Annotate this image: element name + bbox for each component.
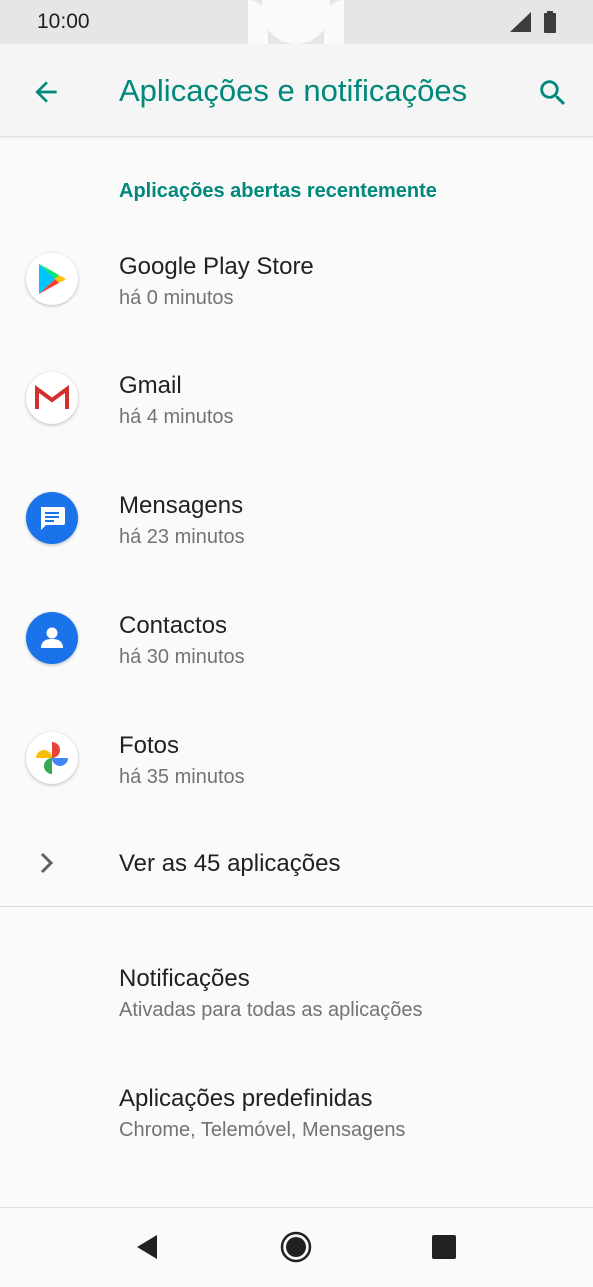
gmail-icon <box>26 372 78 424</box>
app-bar: Aplicações e notificações <box>0 44 593 137</box>
status-time: 10:00 <box>37 10 90 33</box>
app-last-used: há 4 minutos <box>119 406 234 428</box>
app-name: Gmail <box>119 372 182 399</box>
contacts-icon <box>26 612 78 664</box>
setting-subtitle: Ativadas para todas as aplicações <box>119 999 423 1021</box>
triangle-back-icon <box>137 1235 157 1259</box>
messages-icon <box>26 492 78 544</box>
setting-subtitle: Chrome, Telemóvel, Mensagens <box>119 1119 406 1141</box>
play-store-icon <box>26 253 78 305</box>
app-last-used: há 30 minutos <box>119 646 245 668</box>
app-name: Fotos <box>119 732 180 759</box>
nav-back-button[interactable] <box>130 1230 164 1264</box>
status-bar: 10:00 <box>0 0 593 44</box>
chevron-right-icon <box>40 852 54 874</box>
nav-recents-button[interactable] <box>427 1230 461 1264</box>
display-notch <box>262 0 330 44</box>
recent-app-play-store[interactable]: Google Play Store há 0 minutos <box>0 253 593 363</box>
setting-default-apps[interactable]: Aplicações predefinidas Chrome, Telemóve… <box>0 1085 593 1185</box>
search-button[interactable] <box>532 72 574 114</box>
setting-title: Aplicações predefinidas <box>119 1085 373 1112</box>
recent-apps-header: Aplicações abertas recentemente <box>119 180 437 202</box>
recent-app-photos[interactable]: Fotos há 35 minutos <box>0 732 593 842</box>
photos-icon <box>26 732 78 784</box>
setting-title: Notificações <box>119 965 250 992</box>
arrow-back-icon <box>35 81 57 103</box>
signal-icon <box>510 12 531 32</box>
app-last-used: há 23 minutos <box>119 526 245 548</box>
see-all-apps-label: Ver as 45 aplicações <box>119 850 341 877</box>
navigation-bar <box>0 1207 593 1287</box>
page-title: Aplicações e notificações <box>119 73 468 108</box>
divider <box>0 906 593 907</box>
nav-home-button[interactable] <box>279 1230 313 1264</box>
recent-app-gmail[interactable]: Gmail há 4 minutos <box>0 372 593 482</box>
recent-app-messages[interactable]: Mensagens há 23 minutos <box>0 492 593 602</box>
app-name: Contactos <box>119 612 228 639</box>
circle-home-icon <box>280 1231 312 1263</box>
search-icon <box>540 80 566 106</box>
battery-icon <box>544 11 556 33</box>
recent-app-contacts[interactable]: Contactos há 30 minutos <box>0 612 593 722</box>
app-last-used: há 0 minutos <box>119 287 234 309</box>
app-last-used: há 35 minutos <box>119 766 245 788</box>
square-recents-icon <box>432 1235 456 1259</box>
see-all-apps-button[interactable]: Ver as 45 aplicações <box>0 830 593 898</box>
back-button[interactable] <box>26 72 66 112</box>
setting-notifications[interactable]: Notificações Ativadas para todas as apli… <box>0 965 593 1065</box>
app-name: Mensagens <box>119 492 244 519</box>
app-name: Google Play Store <box>119 253 314 280</box>
